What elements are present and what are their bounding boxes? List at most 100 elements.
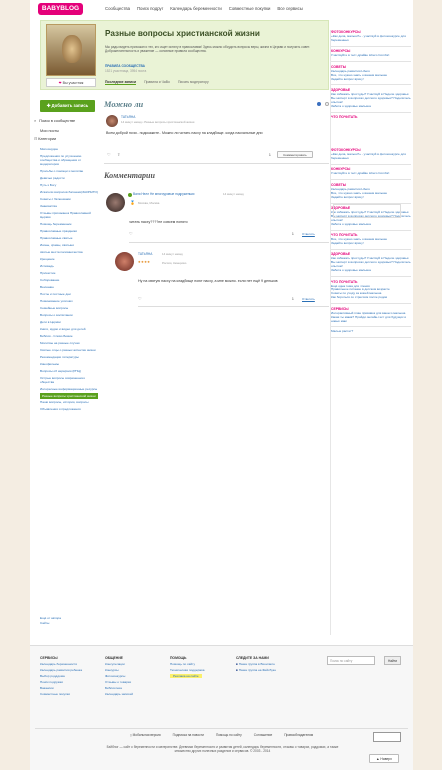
sidebar-heading[interactable]: ЧТО ПОЧИТАТЬ [331,115,411,120]
sidebar-link[interactable]: Участвуйте в тест-драйве Libero Comfort [331,171,411,176]
top-nav-item[interactable]: Календарь беременности [170,6,221,11]
category-item[interactable]: святые места паломничества [40,249,98,256]
category-item[interactable]: Иконы, храмы, святыни [40,242,98,249]
category-item[interactable]: Искатели вопросов батюшки(ЗАКРЫТО) [40,189,98,196]
footer-link[interactable]: Календарь записей [105,691,165,697]
add-post-button[interactable]: ✚ Добавить запись [40,100,95,112]
category-item[interactable]: Острые вопросы современного общества [40,375,98,386]
community-search[interactable]: ⌕ Поиск в сообществе [34,118,75,123]
members-button[interactable]: ❤ Вы участник [46,78,96,87]
category-item[interactable]: Поминовение усопших [40,298,98,305]
footer-search-button[interactable]: Найти [384,656,401,665]
author-avatar[interactable] [106,115,118,127]
share-icon[interactable] [317,102,321,106]
minus-icon: ⊟ [34,137,38,141]
category-item[interactable]: Советы с батюшками [40,196,98,203]
comment-avatar[interactable] [115,252,134,271]
post-title[interactable]: Можно ли [104,100,329,109]
category-item[interactable]: Посты и постные дни [40,291,98,298]
category-item[interactable]: Молитвы на разные случаи [40,340,98,347]
category-item[interactable]: Дети в Церкви [40,319,98,326]
category-item[interactable]: Милосердие [40,146,98,153]
footer-link[interactable]: Соглашение [254,733,272,737]
top-nav-item[interactable]: Совместные покупки [229,6,271,11]
category-item[interactable]: Путь к Богу [40,182,98,189]
category-item[interactable]: Венчание [40,284,98,291]
category-item[interactable]: Рекомендации литературы [40,354,98,361]
tab-rules[interactable]: Правила и ЧаВо [144,80,170,85]
footer-link[interactable]: Правообладателям [284,733,313,737]
category-item[interactable]: Кинофильмы [40,361,98,368]
top-nav-item[interactable]: Поиск подруг [137,6,163,11]
bookmark-icon[interactable] [325,102,329,106]
back-to-top-label: Наверх [380,757,392,761]
category-item[interactable]: Семейные вопросы [40,305,98,312]
category-item[interactable]: Интересные информационные ресурсы [40,386,98,393]
tab-latest[interactable]: Последние записи [105,80,137,85]
comment-count: 1 [292,297,294,301]
category-item[interactable]: Исповедь [40,263,98,270]
category-item[interactable]: Святые отцы о разных аспектах жизни [40,347,98,354]
counter-badge[interactable] [373,732,401,742]
category-item[interactable]: Знакомства [40,203,98,210]
sidebar-divider [331,202,411,203]
category-item[interactable]: Объявления и предложения [40,406,98,413]
like-icon[interactable]: ♡ [138,296,142,301]
reply-link[interactable]: Ответить [302,297,315,301]
share-icon[interactable]: ⇪ [117,152,120,157]
top-nav-item[interactable]: Все сервисы [277,6,302,11]
comment-avatar[interactable] [106,193,125,212]
divider [104,163,329,164]
category-item[interactable]: Девичьи радости [40,175,98,182]
category-item[interactable]: Просьбы о помощи и молитве [40,168,98,175]
sidebar-link[interactable]: Задайте вопрос врачу! [331,241,411,246]
left-footer-link[interactable]: Сайты [40,621,98,626]
comment-author[interactable]: Валя Нелл Не многоуровые подруженьки [133,192,194,196]
category-item[interactable]: Соборование [40,277,98,284]
sidebar-link[interactable]: Задайте вопрос врачу! [331,195,411,200]
category-item[interactable]: Православные святые [40,235,98,242]
like-icon[interactable]: ♡ [107,152,111,157]
footer-link[interactable]: Реклама на сайте [170,673,230,679]
sidebar-link[interactable]: Как бороться со стрессом после родов [331,295,411,300]
category-item[interactable]: Помощь беременным [40,221,98,228]
top-nav-item[interactable]: Сообщества [105,6,130,11]
tab-moderator[interactable]: Писать модератору [178,80,209,85]
category-item[interactable]: Причастие [40,270,98,277]
rules-link[interactable]: ПРАВИЛА СООБЩЕСТВА [105,64,145,68]
category-item[interactable]: Вопросы об иерархии (РПЦ) [40,368,98,375]
footer-link[interactable]: Совместные покупки [40,691,100,697]
category-item[interactable]: Православные праздники [40,228,98,235]
heart-icon: ❤ [58,81,62,85]
sidebar-link[interactable]: «Как дела, малыш?» - участвуй в фотоконк… [331,152,411,161]
post-author[interactable]: ТАТЬЯНА [121,115,135,119]
sidebar-link[interactable]: «Как дела, малыш?» - участвуй в фотоконк… [331,34,411,43]
my-posts-link[interactable]: Мои посты [40,127,98,135]
like-icon[interactable]: ♡ [129,231,133,236]
sidebar-link[interactable]: Какая ты мама? Пройди онлайн-тест для бу… [331,315,411,324]
back-to-top-button[interactable]: ▲ Наверх [369,754,399,763]
category-item[interactable]: Наши вопросы, истории, вопросы [40,399,98,406]
footer-search-input[interactable]: Поиск по сайту [327,656,375,665]
reply-link[interactable]: Ответить [302,232,315,236]
sidebar-link[interactable]: Забота о здоровье малыша [331,104,411,109]
category-item[interactable]: Крещение [40,256,98,263]
category-item[interactable]: Книги, аудио и видео для детей [40,326,98,333]
badge-icon: 🏅 [130,200,135,205]
footer-link[interactable]: Подписка на новости [173,733,204,737]
sidebar-link[interactable]: Забота о здоровье малыша [331,222,411,227]
comment-author[interactable]: ТАТЬЯНА [138,252,152,256]
category-item[interactable]: Вопросы о воспитании [40,312,98,319]
category-item[interactable]: Предложения по улучшению сообщества и об… [40,153,98,168]
footer-link[interactable]: Помощь по сайту [216,733,242,737]
sidebar-link[interactable]: Участвуйте в тест-драйве Libero Comfort [331,53,411,58]
logo[interactable]: BABYBLOG [38,3,83,15]
sidebar-link[interactable]: Мальш растет? [331,329,411,334]
comment-button[interactable]: Комментировать [277,151,313,158]
category-item[interactable]: Отзывы прихожанок Православной Церкви [40,210,98,221]
sidebar-link[interactable]: Забота о здоровье малыша [331,268,411,273]
footer-link[interactable]: ■ Наша группа на Фейсбуке [236,667,321,673]
sidebar-link[interactable]: Задайте вопрос врачу! [331,77,411,82]
footer-link-mobile[interactable]: ▯ Мобильная версия [130,733,161,737]
category-item[interactable]: Библия - Слово Божие [40,333,98,340]
